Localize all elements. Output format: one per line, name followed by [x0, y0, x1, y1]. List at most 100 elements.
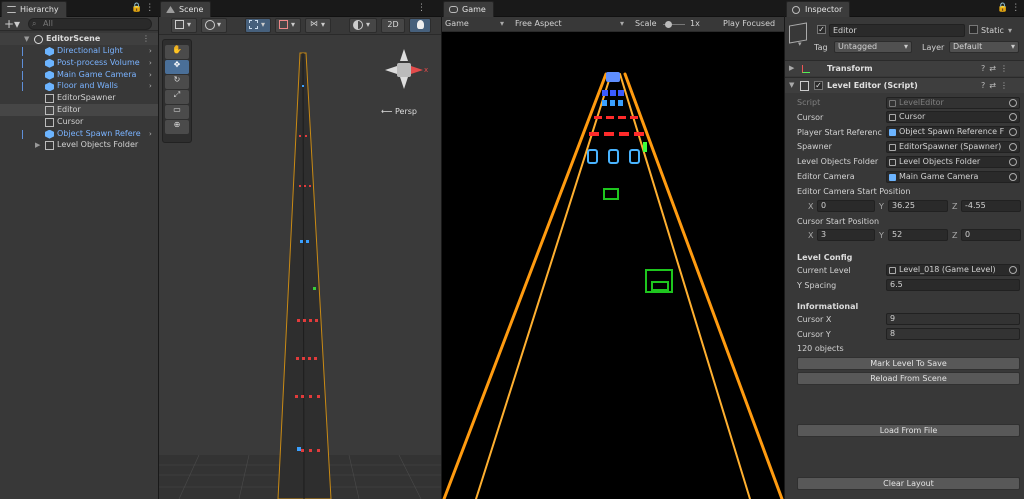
object-reference-field[interactable]: Level Objects Folder: [886, 155, 1020, 168]
toggle-2d-button[interactable]: 2D: [381, 18, 405, 33]
clear-layout-button[interactable]: Clear Layout: [797, 477, 1020, 490]
chevron-right-icon[interactable]: ›: [149, 57, 152, 69]
chevron-right-icon: ▶: [789, 64, 795, 72]
gizmo-y-cone: [400, 49, 408, 61]
hierarchy-item[interactable]: Post-process Volume ›: [0, 57, 158, 69]
object-reference-field[interactable]: Object Spawn Reference F: [886, 126, 1020, 139]
hierarchy-item[interactable]: Floor and Walls ›: [0, 80, 158, 92]
camera-start-y-field[interactable]: 36.25: [888, 200, 948, 212]
inspector-window-menu-icon[interactable]: 🔒⋮: [997, 3, 1023, 13]
static-checkbox[interactable]: [969, 25, 978, 34]
aspect-dropdown[interactable]: Free Aspect: [515, 19, 562, 28]
component-menu-icons[interactable]: ?⇄⋮: [981, 78, 1012, 93]
hierarchy-search-input[interactable]: ⌕ All: [28, 18, 152, 30]
current-level-label: Current Level: [797, 266, 851, 275]
mark-level-to-save-button[interactable]: Mark Level To Save: [797, 357, 1020, 370]
transform-label: Transform: [827, 64, 873, 73]
object-picker-icon[interactable]: [1009, 113, 1017, 122]
display-label: Game: [445, 19, 469, 28]
lighting-toggle[interactable]: [409, 18, 431, 33]
chevron-right-icon[interactable]: ›: [149, 69, 152, 81]
add-icon[interactable]: +▾: [4, 17, 20, 31]
static-label: Static: [981, 26, 1004, 35]
scale-slider[interactable]: [663, 21, 685, 28]
object-reference-field[interactable]: Cursor: [886, 111, 1020, 124]
chevron-down-icon: ▾: [500, 19, 505, 28]
hierarchy-item[interactable]: Cursor: [0, 116, 158, 128]
prefab-icon: [45, 58, 54, 68]
current-level-field[interactable]: Level_018 (Game Level): [886, 264, 1020, 276]
tab-game[interactable]: Game: [443, 1, 494, 17]
snap-icon: [279, 20, 288, 29]
object-picker-icon[interactable]: [1009, 172, 1017, 181]
object-reference-field[interactable]: Main Game Camera: [886, 170, 1020, 183]
object-picker-icon[interactable]: [1009, 98, 1017, 107]
tab-inspector[interactable]: Inspector: [786, 1, 851, 17]
object-reference-field[interactable]: EditorSpawner (Spawner): [886, 140, 1020, 153]
load-from-file-button[interactable]: Load From File: [797, 424, 1020, 437]
y-spacing-value: 6.5: [890, 280, 903, 289]
active-checkbox[interactable]: ✓: [817, 25, 826, 34]
component-menu-icons[interactable]: ?⇄⋮: [981, 61, 1012, 76]
snap-increment-dropdown[interactable]: ▾: [275, 18, 301, 33]
chevron-right-icon[interactable]: ▶: [35, 139, 40, 151]
cursor-start-x-field[interactable]: 3: [817, 229, 875, 241]
prefab-override-bar: [22, 58, 23, 68]
object-picker-icon[interactable]: [1009, 128, 1017, 137]
object-picker-icon[interactable]: [1009, 157, 1017, 166]
hierarchy-item[interactable]: Editor: [0, 104, 158, 116]
scene-orientation-gizmo[interactable]: x: [377, 45, 437, 105]
object-picker-icon[interactable]: [1009, 266, 1017, 274]
chevron-down-icon: ▾: [321, 20, 326, 29]
y-spacing-field[interactable]: 6.5: [886, 279, 1020, 291]
more-icon[interactable]: ⋮: [142, 33, 150, 45]
component-enabled-checkbox[interactable]: ✓: [814, 81, 823, 90]
chevron-down-icon[interactable]: ▾: [1008, 26, 1012, 35]
hierarchy-toolbar: +▾ ⌕ All: [0, 17, 158, 31]
cursor-start-x-label: X: [808, 231, 814, 240]
shading-dropdown[interactable]: ▾: [349, 18, 377, 33]
object-reference-value: Object Spawn Reference F: [899, 127, 1005, 137]
cursor-start-z-field[interactable]: 0: [961, 229, 1021, 241]
pivot-dropdown[interactable]: ⋈ ▾: [305, 18, 331, 33]
camera-start-x-field[interactable]: 0: [817, 200, 875, 212]
scene-view[interactable]: ▾ ▾ ▾ ▾ ⋈ ▾ ▾ 2D ✋ ✥ ↻ ⤢ ▭ ⊕ x ⟵ Persp: [159, 17, 441, 499]
camera-start-z-field[interactable]: -4.55: [961, 200, 1021, 212]
hierarchy-item[interactable]: ▶ Level Objects Folder: [0, 139, 158, 151]
hierarchy-item[interactable]: Main Game Camera ›: [0, 69, 158, 81]
object-picker-icon[interactable]: [1009, 142, 1017, 151]
play-mode-dropdown[interactable]: Play Focused: [723, 19, 775, 28]
transform-header[interactable]: ▶ Transform ?⇄⋮: [785, 60, 1024, 76]
tab-hierarchy[interactable]: Hierarchy: [1, 1, 67, 17]
chevron-down-icon[interactable]: ▼: [24, 33, 29, 45]
chevron-down-icon: ▾: [620, 19, 625, 28]
tab-scene[interactable]: Scene: [160, 1, 212, 17]
tag-dropdown[interactable]: Untagged ▾: [834, 41, 912, 53]
informational-heading: Informational: [797, 302, 859, 311]
chevron-right-icon[interactable]: ›: [149, 45, 152, 57]
game-view[interactable]: [442, 32, 784, 499]
reload-from-scene-button[interactable]: Reload From Scene: [797, 372, 1020, 385]
hierarchy-item[interactable]: Directional Light ›: [0, 45, 158, 57]
hierarchy-item[interactable]: EditorSpawner: [0, 92, 158, 104]
grid-snap-dropdown[interactable]: ▾: [245, 18, 271, 33]
hierarchy-item-label: Editor: [57, 105, 81, 114]
draw-mode-dropdown[interactable]: ▾: [171, 18, 197, 33]
hierarchy-item[interactable]: Object Spawn Refere ›: [0, 128, 158, 140]
object-name-field[interactable]: Editor: [829, 24, 965, 37]
display-dropdown[interactable]: Game: [445, 19, 469, 28]
level-editor-header[interactable]: ▼ ✓ Level Editor (Script) ?⇄⋮: [785, 77, 1024, 93]
cursor-start-y-field[interactable]: 52: [888, 229, 948, 241]
chevron-right-icon[interactable]: ›: [149, 128, 152, 140]
hierarchy-window-menu-icon[interactable]: 🔒⋮: [131, 3, 157, 13]
chevron-down-icon: ▾: [798, 40, 802, 48]
orientation-dropdown[interactable]: ▾: [201, 18, 227, 33]
chevron-right-icon[interactable]: ›: [149, 80, 152, 92]
scene-window-menu-icon[interactable]: ⋮: [417, 3, 429, 13]
scene-row[interactable]: ▼ EditorScene ⋮: [0, 33, 158, 45]
cursor-start-label: Cursor Start Position: [797, 217, 880, 226]
perspective-toggle[interactable]: ⟵ Persp: [381, 107, 417, 116]
chevron-down-icon: ▾: [1010, 42, 1015, 51]
scale-slider-handle[interactable]: [665, 21, 672, 28]
layer-dropdown[interactable]: Default ▾: [949, 41, 1019, 53]
